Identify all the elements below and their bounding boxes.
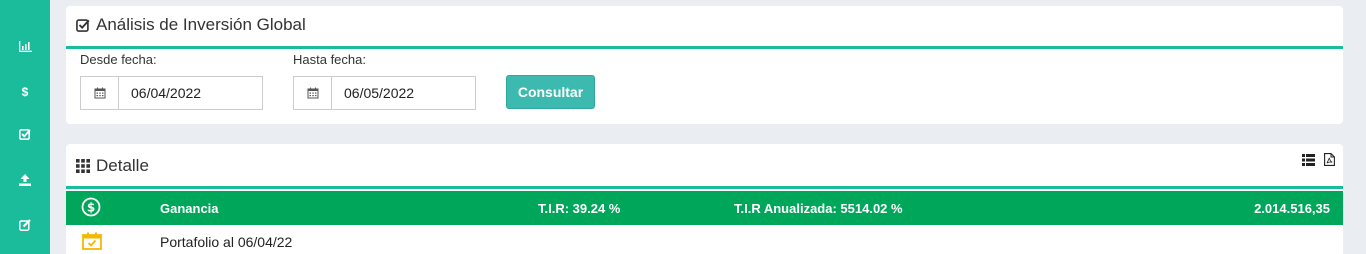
detail-title: Detalle [76, 156, 149, 176]
bar-chart-icon [18, 41, 32, 53]
sidebar-item-edit[interactable] [0, 217, 50, 231]
dollar-icon: $ [21, 85, 29, 99]
tir-annual-value: T.I.R Anualizada: 5514.02 % [734, 201, 903, 216]
portfolio-row: Portafolio al 06/04/22 [66, 231, 1343, 254]
from-date-field[interactable]: 06/04/2022 [80, 76, 263, 110]
consultar-button[interactable]: Consultar [506, 75, 595, 109]
from-date-addon[interactable] [81, 77, 119, 109]
to-date-addon[interactable] [294, 77, 332, 109]
to-date-field[interactable]: 06/05/2022 [293, 76, 476, 110]
detail-heading: Detalle [96, 156, 149, 175]
calendar-check-icon [82, 232, 102, 250]
tir-value: T.I.R: 39.24 % [538, 201, 621, 216]
sidebar-item-charts[interactable] [0, 39, 50, 53]
profit-amount: 2.014.516,35 [1254, 201, 1330, 216]
analysis-title: Análisis de Inversión Global [76, 15, 306, 35]
grid-icon [76, 159, 90, 173]
title-divider [66, 46, 1343, 49]
sidebar-item-upload[interactable] [0, 172, 50, 186]
svg-text:$: $ [87, 201, 95, 215]
calendar-icon [94, 87, 105, 99]
summary-label: Ganancia [160, 201, 219, 216]
to-date-label: Hasta fecha: [293, 52, 366, 67]
list-view-icon[interactable] [1302, 153, 1315, 166]
dollar-circle-icon: $ [81, 197, 101, 217]
detail-panel: Detalle $ Ganancia T.I.R: 39.24 % T.I.R … [66, 144, 1343, 254]
sidebar-item-check[interactable] [0, 126, 50, 140]
portfolio-label: Portafolio al 06/04/22 [160, 234, 293, 250]
to-date-input[interactable]: 06/05/2022 [332, 77, 475, 109]
calendar-icon [307, 87, 318, 99]
page-title: Análisis de Inversión Global [96, 15, 306, 34]
upload-icon [19, 173, 31, 186]
detail-actions [1302, 153, 1335, 166]
edit-icon [19, 219, 31, 231]
title-divider [66, 186, 1343, 189]
from-date-input[interactable]: 06/04/2022 [119, 77, 262, 109]
check-square-icon [19, 128, 31, 140]
from-date-label: Desde fecha: [80, 52, 157, 67]
check-square-icon [76, 19, 90, 32]
pdf-icon[interactable] [1324, 153, 1335, 166]
sidebar-item-money[interactable]: $ [0, 85, 50, 99]
sidebar: $ [0, 0, 50, 254]
analysis-panel: Análisis de Inversión Global Desde fecha… [66, 6, 1343, 124]
summary-row: $ Ganancia T.I.R: 39.24 % T.I.R Anualiza… [66, 191, 1343, 225]
